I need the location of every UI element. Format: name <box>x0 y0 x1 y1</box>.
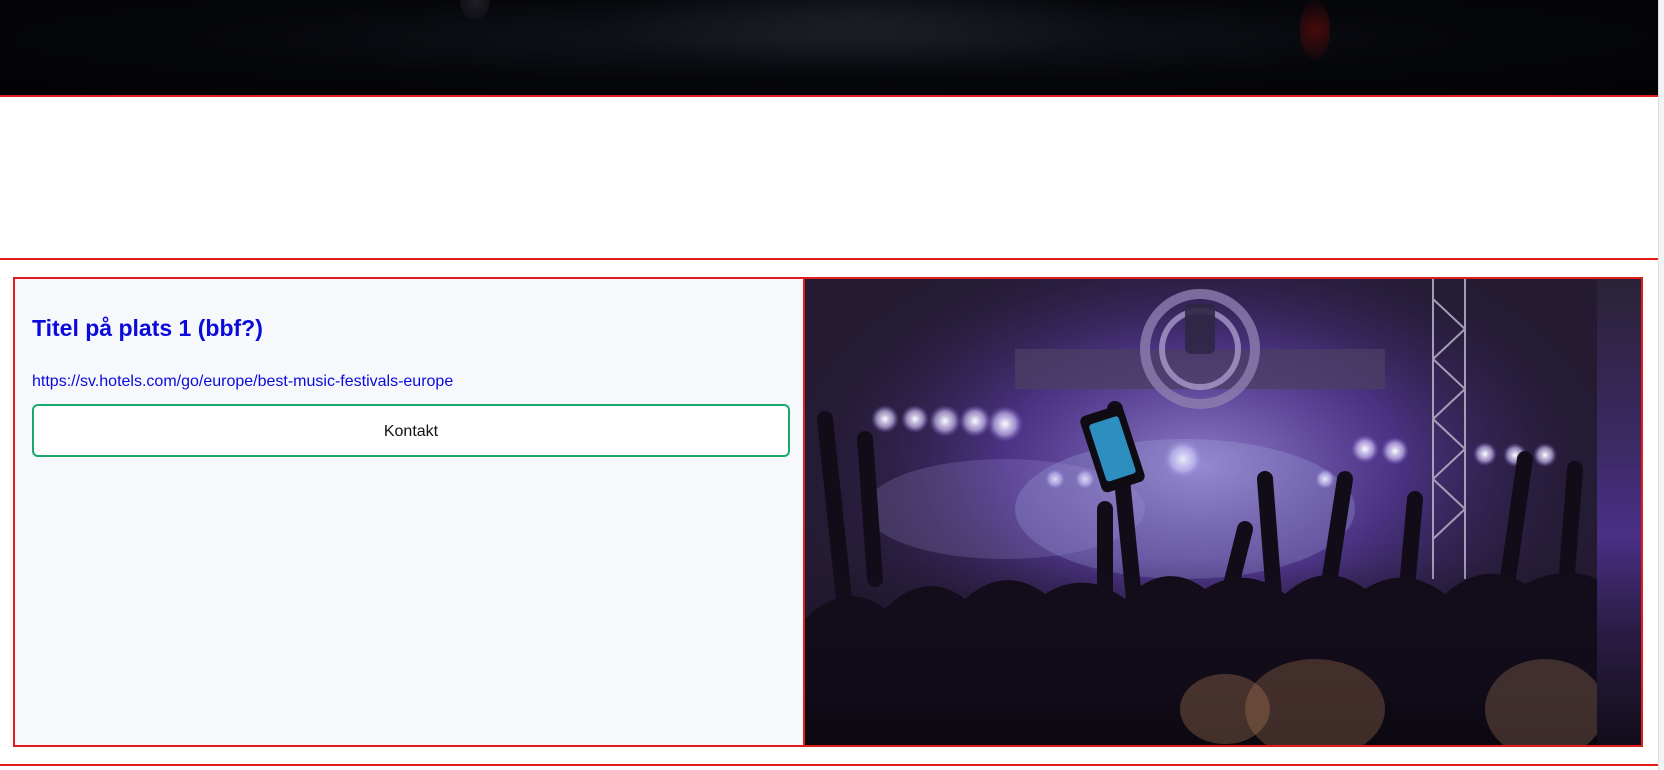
festival-card: Titel på plats 1 (bbf?) https://sv.hotel… <box>13 277 1643 747</box>
card-text-panel: Titel på plats 1 (bbf?) https://sv.hotel… <box>15 279 805 745</box>
page: Titel på plats 1 (bbf?) https://sv.hotel… <box>0 0 1664 770</box>
hero-banner-image <box>0 0 1659 97</box>
section-divider <box>0 764 1659 766</box>
concert-image <box>805 279 1641 745</box>
concert-illustration <box>805 279 1605 745</box>
hero-red-light-decoration <box>1300 0 1330 60</box>
contact-button[interactable]: Kontakt <box>32 404 790 457</box>
hero-light-decoration <box>460 0 490 20</box>
scrollbar-track[interactable] <box>1658 0 1664 770</box>
card-link[interactable]: https://sv.hotels.com/go/europe/best-mus… <box>32 372 453 392</box>
empty-section <box>0 97 1659 260</box>
card-title: Titel på plats 1 (bbf?) <box>32 315 263 341</box>
hero-smoke-decoration <box>600 0 1120 70</box>
